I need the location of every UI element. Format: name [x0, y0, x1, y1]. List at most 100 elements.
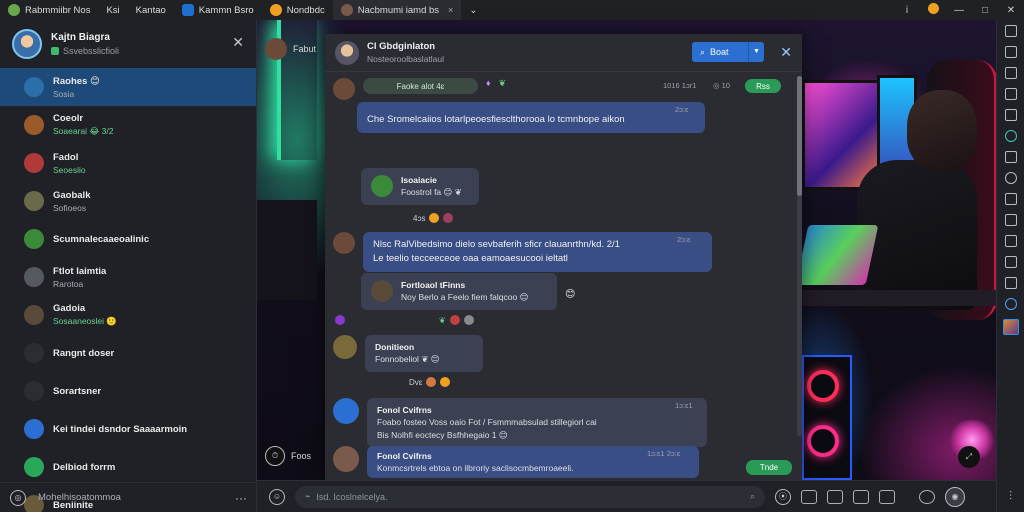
paperclip-icon[interactable]: ⌁: [305, 491, 310, 502]
tab-label: Kantao: [135, 4, 166, 16]
user-avatar[interactable]: [12, 29, 42, 59]
bookmark-icon[interactable]: [1004, 25, 1017, 37]
message-bubble[interactable]: Fonol Cvifrns Foabo fosteo Voss oaio Fot…: [367, 398, 707, 447]
profile-icon[interactable]: [920, 3, 946, 17]
document-icon[interactable]: [853, 489, 869, 504]
message-composer: ☺ ⌁ Isd. Icoslnelcelya. ⌕ ⦿ ◉: [257, 480, 996, 512]
app-logo-icon: [8, 4, 20, 16]
close-icon[interactable]: ✕: [232, 34, 244, 51]
chat-list-item[interactable]: Coeolr Soaearai 😂 3/2: [0, 106, 256, 144]
folder-icon[interactable]: [1004, 151, 1017, 163]
tab-rabmmiibr[interactable]: Rabmmiibr Nos: [0, 0, 98, 20]
status-badge[interactable]: Rss: [745, 79, 781, 93]
chat-list-item[interactable]: Delbiod forrm: [0, 448, 256, 486]
maximize-button[interactable]: □: [972, 5, 998, 16]
sidebar-footer: ◎ Mohelhisoatommoa ···: [0, 482, 257, 512]
chat-list-item[interactable]: Rangnt doser: [0, 334, 256, 372]
message-card[interactable]: Isoaiacie Foostrol fa 😊 ❦: [361, 168, 479, 205]
reactions[interactable]: ❦: [335, 315, 474, 325]
conversation-avatar[interactable]: [335, 40, 359, 65]
window-icon[interactable]: [1004, 277, 1017, 289]
tab-dropdown[interactable]: ⌄: [461, 0, 485, 20]
tab-ksi[interactable]: Ksi: [98, 0, 127, 20]
avatar: [24, 153, 44, 173]
mail-icon[interactable]: [1004, 256, 1017, 268]
cloud-icon[interactable]: [1004, 172, 1017, 184]
user-name: Kajtn Biagra: [51, 32, 110, 43]
conversation-subtitle: Nosteoroolbaslatlaul: [367, 54, 445, 64]
avatar: [24, 191, 44, 211]
more-icon[interactable]: ···: [235, 491, 247, 505]
emoji-icon[interactable]: ☺: [269, 488, 285, 505]
action-pill[interactable]: Tnde: [746, 460, 792, 475]
scrollbar-thumb[interactable]: [797, 76, 802, 196]
chat-list-item[interactable]: Raohes 😊 Sosia: [0, 68, 256, 106]
shield-icon[interactable]: [919, 489, 935, 504]
minimize-button[interactable]: —: [946, 5, 972, 16]
wallpaper-thumbnail[interactable]: [1002, 319, 1019, 335]
settings-icon[interactable]: ◎: [10, 489, 26, 506]
search-button[interactable]: ⌕ Boat ▼: [692, 42, 764, 62]
chat-list-item[interactable]: Kei tindei dsndor Saaaarmoin: [0, 410, 256, 448]
gallery-icon[interactable]: [801, 489, 817, 504]
image-icon[interactable]: [827, 489, 843, 504]
equalizer-icon[interactable]: ⫶: [1009, 489, 1012, 504]
clipboard-icon[interactable]: [879, 489, 895, 504]
avatar: [24, 419, 44, 439]
chat-list-item[interactable]: Sorartsner: [0, 372, 256, 410]
close-icon[interactable]: ✕: [780, 44, 792, 61]
expand-icon[interactable]: ⤢: [958, 446, 980, 468]
chat-preview: Sosaaneoslei 🙂: [53, 316, 117, 326]
info-icon[interactable]: i: [894, 5, 920, 16]
gallery-icon[interactable]: [1004, 88, 1017, 100]
chat-list-item[interactable]: Gadoia Sosaaneoslei 🙂: [0, 296, 256, 334]
close-window-button[interactable]: ✕: [998, 5, 1024, 16]
tab-kantao[interactable]: Kantao: [128, 0, 174, 20]
scrollbar[interactable]: [797, 76, 802, 436]
reaction-count: 4ɔs: [413, 213, 426, 223]
message-card[interactable]: Donitieon Fonnobeliol ❦ 😊: [365, 335, 483, 372]
timer-icon[interactable]: ⏱: [265, 446, 285, 466]
emoji-icon: [426, 377, 437, 387]
message-text: Konmcsrtrels ebtoa on ilbroriy saclisocm…: [377, 463, 574, 474]
chevron-down-icon[interactable]: ▼: [748, 42, 764, 62]
message-pill[interactable]: Faoke alot 4ɛ: [363, 78, 478, 94]
chat-icon[interactable]: [1004, 193, 1017, 205]
underlying-row: ⏱ Foos: [265, 446, 311, 466]
message-bubble[interactable]: Nlsc RalVibedsimo dielo sevbaferih sficr…: [363, 232, 712, 272]
message-input[interactable]: ⌁ Isd. Icoslnelcelya. ⌕: [295, 485, 765, 508]
avatar: [24, 457, 44, 477]
tab-nacbmumi[interactable]: Nacbmumi iamd bs ×: [332, 0, 462, 20]
rgb-fan: [807, 370, 839, 402]
message-card[interactable]: Fortloaol tFinns Noy Berlo a Feelo fiem …: [361, 273, 557, 310]
record-icon[interactable]: ◉: [945, 486, 965, 507]
archive-icon[interactable]: [1004, 214, 1017, 226]
layout-icon[interactable]: [1004, 46, 1017, 58]
search-icon[interactable]: ⌕: [750, 491, 755, 502]
message-row: Donitieon Fonnobeliol ❦ 😊: [333, 335, 483, 372]
globe-icon[interactable]: [1004, 298, 1017, 310]
microphone-icon[interactable]: ⦿: [775, 488, 791, 505]
chat-preview: Soaearai 😂 3/2: [53, 126, 114, 136]
message-row: Isoaiacie Foostrol fa 😊 ❦: [361, 168, 479, 205]
tab-label: Ksi: [106, 4, 120, 16]
message-bubble[interactable]: Che Sromelcaiios Iotarlpeoesfiesclthoroo…: [357, 102, 705, 133]
chat-list-item[interactable]: Ftlot laimtia Rarotoa: [0, 258, 256, 296]
reactions[interactable]: 4ɔs: [413, 213, 454, 223]
chat-list-item[interactable]: Fadol Seoeslio: [0, 144, 256, 182]
attach-count: ◎ 10: [713, 81, 730, 90]
tab-kammn[interactable]: Kammn Bsro: [174, 0, 262, 20]
chat-list-item[interactable]: Scumnalecaaeoalinic: [0, 220, 256, 258]
chat-list-item[interactable]: Gaobalk Sofioeos: [0, 182, 256, 220]
emoji-icon: ❦ 😊: [421, 354, 440, 365]
inbox-icon[interactable]: [1004, 67, 1017, 79]
download-icon[interactable]: [1004, 235, 1017, 247]
tab-close-icon[interactable]: ×: [448, 5, 453, 15]
compass-icon[interactable]: [1004, 130, 1017, 142]
reactions[interactable]: Dvɛ: [409, 377, 451, 387]
tab-nondbdc[interactable]: Nondbdc: [262, 0, 333, 20]
reaction-icon[interactable]: ♦: [486, 78, 491, 88]
notes-icon[interactable]: [1004, 109, 1017, 121]
search-icon: ⌕: [700, 46, 706, 57]
avatar: [333, 232, 355, 254]
